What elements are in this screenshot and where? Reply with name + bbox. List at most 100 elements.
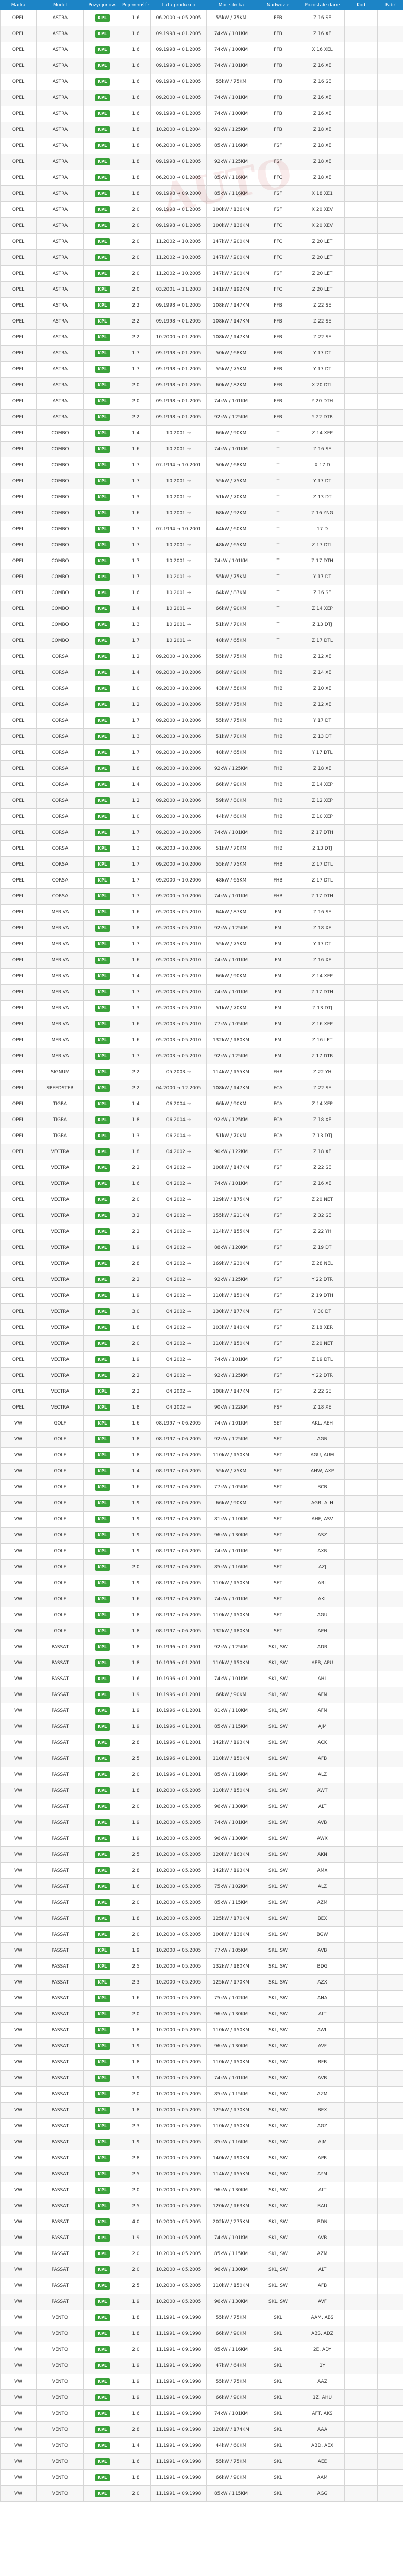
table-row[interactable]: VW PASSAT KPL 1.8 10.2000 → 05.2005 110kW / 1… bbox=[0, 1783, 403, 1799]
table-row[interactable]: VW GOLF KPL 1.6 08.1997 → 06.2005 77kW / 105K… bbox=[0, 1479, 403, 1496]
table-row[interactable]: VW PASSAT KPL 1.9 10.2000 → 05.2005 77kW / 10… bbox=[0, 1942, 403, 1959]
table-row[interactable]: OPEL VECTRA KPL 1.9 04.2002 → 88kW / 120KM FS… bbox=[0, 1240, 403, 1256]
table-row[interactable]: OPEL VECTRA KPL 2.2 04.2002 → 108kW / 147KM F… bbox=[0, 1160, 403, 1176]
table-row[interactable]: OPEL ASTRA KPL 2.0 09.1998 → 01.2005 74kW / 1… bbox=[0, 393, 403, 410]
table-row[interactable]: OPEL ASTRA KPL 1.7 09.1998 → 01.2005 55kW / 7… bbox=[0, 361, 403, 378]
table-row[interactable]: OPEL ASTRA KPL 1.6 09.1998 → 01.2005 74kW / 1… bbox=[0, 58, 403, 74]
table-row[interactable]: OPEL VECTRA KPL 1.8 04.2002 → 90kW / 122KM FS… bbox=[0, 1399, 403, 1416]
table-row[interactable]: OPEL MERIVA KPL 1.8 05.2003 → 05.2010 92kW / … bbox=[0, 920, 403, 937]
table-row[interactable]: OPEL ASTRA KPL 2.2 10.2000 → 01.2005 108kW / … bbox=[0, 329, 403, 346]
table-row[interactable]: VW PASSAT KPL 2.0 10.2000 → 05.2005 96kW / 13… bbox=[0, 2262, 403, 2278]
table-row[interactable]: VW VENTO KPL 1.9 11.1991 → 09.1998 55kW / 75K… bbox=[0, 2374, 403, 2390]
table-row[interactable]: VW PASSAT KPL 1.9 10.1996 → 01.2001 85kW / 11… bbox=[0, 1719, 403, 1735]
table-row[interactable]: VW PASSAT KPL 2.0 10.2000 → 05.2005 100kW / 1… bbox=[0, 1926, 403, 1943]
table-row[interactable]: VW PASSAT KPL 1.6 10.2000 → 05.2005 75kW / 10… bbox=[0, 1878, 403, 1895]
table-row[interactable]: OPEL MERIVA KPL 1.7 05.2003 → 05.2010 92kW / … bbox=[0, 1048, 403, 1064]
table-row[interactable]: VW GOLF KPL 2.0 08.1997 → 06.2005 85kW / 116K… bbox=[0, 1559, 403, 1575]
table-row[interactable]: OPEL COMBO KPL 1.7 07.1994 → 10.2001 50kW / 6… bbox=[0, 457, 403, 473]
table-row[interactable]: OPEL CORSA KPL 1.7 09.2000 → 10.2006 48kW / 6… bbox=[0, 744, 403, 761]
table-row[interactable]: VW GOLF KPL 1.6 08.1997 → 06.2005 74kW / 101K… bbox=[0, 1415, 403, 1432]
table-row[interactable]: VW PASSAT KPL 1.9 10.1996 → 01.2001 66kW / 90… bbox=[0, 1687, 403, 1703]
table-row[interactable]: OPEL TIGRA KPL 1.4 06.2004 → 66kW / 90KM FCA Z… bbox=[0, 1096, 403, 1112]
table-row[interactable]: OPEL CORSA KPL 1.3 06.2003 → 10.2006 51kW / 7… bbox=[0, 840, 403, 857]
table-row[interactable]: VW PASSAT KPL 1.9 10.2000 → 05.2005 96kW / 13… bbox=[0, 2294, 403, 2310]
table-row[interactable]: OPEL COMBO KPL 1.6 10.2001 → 64kW / 87KM T Z 1… bbox=[0, 585, 403, 601]
table-row[interactable]: VW VENTO KPL 1.9 11.1991 → 09.1998 66kW / 90K… bbox=[0, 2389, 403, 2406]
table-row[interactable]: OPEL VECTRA KPL 2.2 04.2002 → 92kW / 125KM FS… bbox=[0, 1272, 403, 1288]
table-row[interactable]: OPEL MERIVA KPL 1.6 05.2003 → 05.2010 77kW / … bbox=[0, 1016, 403, 1032]
table-row[interactable]: OPEL VECTRA KPL 2.8 04.2002 → 169kW / 230KM F… bbox=[0, 1256, 403, 1272]
table-row[interactable]: OPEL ASTRA KPL 2.0 09.1998 → 01.2005 100kW / … bbox=[0, 217, 403, 234]
table-row[interactable]: OPEL VECTRA KPL 1.9 04.2002 → 110kW / 150KM F… bbox=[0, 1287, 403, 1304]
table-row[interactable]: OPEL COMBO KPL 1.7 10.2001 → 55kW / 75KM T Y 1… bbox=[0, 473, 403, 489]
table-row[interactable]: OPEL COMBO KPL 1.6 10.2001 → 68kW / 92KM T Z 1… bbox=[0, 505, 403, 521]
table-row[interactable]: OPEL MERIVA KPL 1.7 05.2003 → 05.2010 74kW / … bbox=[0, 984, 403, 1001]
table-row[interactable]: VW PASSAT KPL 1.8 10.2000 → 05.2005 110kW / 1… bbox=[0, 2054, 403, 2071]
table-row[interactable]: OPEL COMBO KPL 1.7 07.1994 → 10.2001 44kW / 6… bbox=[0, 521, 403, 537]
table-row[interactable]: VW PASSAT KPL 1.6 10.2000 → 05.2005 75kW / 10… bbox=[0, 1990, 403, 2007]
table-row[interactable]: OPEL MERIVA KPL 1.6 05.2003 → 05.2010 74kW / … bbox=[0, 952, 403, 969]
table-row[interactable]: VW PASSAT KPL 2.8 10.2000 → 05.2005 142kW / 1… bbox=[0, 1862, 403, 1879]
table-row[interactable]: VW GOLF KPL 1.9 08.1997 → 06.2005 66kW / 90KM… bbox=[0, 1495, 403, 1512]
table-row[interactable]: VW PASSAT KPL 1.6 10.1996 → 01.2001 74kW / 10… bbox=[0, 1671, 403, 1687]
table-row[interactable]: OPEL MERIVA KPL 1.7 05.2003 → 05.2010 55kW / … bbox=[0, 936, 403, 953]
table-row[interactable]: VW PASSAT KPL 2.5 10.2000 → 05.2005 110kW / 1… bbox=[0, 2278, 403, 2294]
table-row[interactable]: VW GOLF KPL 1.8 08.1997 → 06.2005 132kW / 180… bbox=[0, 1623, 403, 1639]
table-row[interactable]: VW PASSAT KPL 1.8 10.2000 → 05.2005 110kW / 1… bbox=[0, 2022, 403, 2039]
table-row[interactable]: OPEL ASTRA KPL 1.6 06.2000 → 05.2005 55kW / 7… bbox=[0, 10, 403, 26]
table-row[interactable]: VW PASSAT KPL 2.0 10.1996 → 01.2001 85kW / 11… bbox=[0, 1767, 403, 1783]
table-row[interactable]: OPEL COMBO KPL 1.7 10.2001 → 55kW / 75KM T Y 1… bbox=[0, 569, 403, 585]
table-row[interactable]: OPEL COMBO KPL 1.7 10.2001 → 74kW / 101KM T Z … bbox=[0, 553, 403, 569]
table-row[interactable]: VW GOLF KPL 1.9 08.1997 → 06.2005 110kW / 150… bbox=[0, 1575, 403, 1591]
table-row[interactable]: VW VENTO KPL 1.8 11.1991 → 09.1998 55kW / 75K… bbox=[0, 2310, 403, 2326]
table-row[interactable]: OPEL COMBO KPL 1.7 10.2001 → 48kW / 65KM T Z 1… bbox=[0, 537, 403, 553]
table-row[interactable]: OPEL VECTRA KPL 2.2 04.2002 → 108kW / 147KM F… bbox=[0, 1383, 403, 1400]
table-row[interactable]: OPEL VECTRA KPL 2.2 04.2002 → 114kW / 155KM F… bbox=[0, 1224, 403, 1240]
table-row[interactable]: VW GOLF KPL 1.9 08.1997 → 06.2005 81kW / 110K… bbox=[0, 1511, 403, 1528]
table-row[interactable]: OPEL VECTRA KPL 2.0 04.2002 → 110kW / 150KM F… bbox=[0, 1335, 403, 1352]
table-row[interactable]: VW PASSAT KPL 2.5 10.1996 → 01.2001 110kW / 1… bbox=[0, 1751, 403, 1767]
table-row[interactable]: OPEL MERIVA KPL 1.3 05.2003 → 05.2010 51kW / … bbox=[0, 1000, 403, 1016]
table-row[interactable]: OPEL CORSA KPL 1.2 09.2000 → 10.2006 59kW / 8… bbox=[0, 792, 403, 809]
table-row[interactable]: OPEL CORSA KPL 1.8 09.2000 → 10.2006 92kW / 1… bbox=[0, 760, 403, 777]
table-row[interactable]: VW PASSAT KPL 2.0 10.2000 → 05.2005 96kW / 13… bbox=[0, 1799, 403, 1815]
table-row[interactable]: VW PASSAT KPL 1.9 10.2000 → 05.2005 74kW / 10… bbox=[0, 1815, 403, 1831]
table-row[interactable]: VW PASSAT KPL 2.5 10.2000 → 05.2005 132kW / 1… bbox=[0, 1958, 403, 1975]
table-row[interactable]: VW PASSAT KPL 2.5 10.2000 → 05.2005 120kW / 1… bbox=[0, 1846, 403, 1863]
table-row[interactable]: OPEL COMBO KPL 1.4 10.2001 → 66kW / 90KM T Z 1… bbox=[0, 425, 403, 442]
table-row[interactable]: OPEL CORSA KPL 1.3 06.2003 → 10.2006 51kW / 7… bbox=[0, 728, 403, 745]
table-row[interactable]: OPEL ASTRA KPL 1.6 09.1998 → 01.2005 74kW / 1… bbox=[0, 106, 403, 122]
table-row[interactable]: VW VENTO KPL 1.4 11.1991 → 09.1998 44kW / 60K… bbox=[0, 2437, 403, 2454]
table-row[interactable]: OPEL CORSA KPL 1.4 09.2000 → 10.2006 66kW / 9… bbox=[0, 776, 403, 793]
table-row[interactable]: OPEL ASTRA KPL 2.0 11.2002 → 10.2005 147kW / … bbox=[0, 265, 403, 282]
table-row[interactable]: VW VENTO KPL 1.8 11.1991 → 09.1998 66kW / 90K… bbox=[0, 2469, 403, 2486]
table-row[interactable]: OPEL MERIVA KPL 1.6 05.2003 → 05.2010 64kW / … bbox=[0, 904, 403, 921]
table-row[interactable]: OPEL CORSA KPL 1.0 09.2000 → 10.2006 43kW / 5… bbox=[0, 681, 403, 697]
table-row[interactable]: OPEL VECTRA KPL 1.6 04.2002 → 74kW / 101KM FS… bbox=[0, 1176, 403, 1192]
table-row[interactable]: VW GOLF KPL 1.6 08.1997 → 06.2005 74kW / 101K… bbox=[0, 1591, 403, 1607]
table-row[interactable]: VW PASSAT KPL 2.3 10.2000 → 05.2005 110kW / 1… bbox=[0, 2118, 403, 2134]
table-row[interactable]: OPEL CORSA KPL 1.7 09.2000 → 10.2006 55kW / 7… bbox=[0, 856, 403, 873]
table-row[interactable]: VW PASSAT KPL 2.3 10.2000 → 05.2005 125kW / 1… bbox=[0, 1974, 403, 1991]
table-row[interactable]: OPEL ASTRA KPL 1.7 09.1998 → 01.2005 50kW / 6… bbox=[0, 345, 403, 362]
table-row[interactable]: OPEL VECTRA KPL 1.8 04.2002 → 103kW / 140KM F… bbox=[0, 1319, 403, 1336]
table-row[interactable]: OPEL ASTRA KPL 2.0 03.2001 → 11.2003 141kW / … bbox=[0, 281, 403, 298]
table-row[interactable]: VW PASSAT KPL 1.9 10.2000 → 05.2005 74kW / 10… bbox=[0, 2070, 403, 2087]
table-row[interactable]: OPEL ASTRA KPL 2.2 09.1998 → 01.2005 108kW / … bbox=[0, 313, 403, 330]
table-row[interactable]: OPEL CORSA KPL 1.4 09.2000 → 10.2006 66kW / 9… bbox=[0, 665, 403, 681]
table-row[interactable]: VW GOLF KPL 1.8 08.1997 → 06.2005 110kW / 150… bbox=[0, 1447, 403, 1464]
table-row[interactable]: OPEL VECTRA KPL 1.8 04.2002 → 90kW / 122KM FS… bbox=[0, 1144, 403, 1160]
table-row[interactable]: VW PASSAT KPL 2.0 10.2000 → 05.2005 96kW / 13… bbox=[0, 2182, 403, 2198]
table-row[interactable]: OPEL SIGNUM KPL 2.2 05.2003 → 114kW / 155KM F… bbox=[0, 1064, 403, 1080]
table-row[interactable]: VW PASSAT KPL 1.8 10.2000 → 05.2005 125kW / 1… bbox=[0, 2102, 403, 2119]
table-row[interactable]: OPEL ASTRA KPL 1.8 10.2000 → 01.2004 92kW / 1… bbox=[0, 122, 403, 138]
table-row[interactable]: VW PASSAT KPL 1.9 10.2000 → 05.2005 96kW / 13… bbox=[0, 1831, 403, 1847]
table-row[interactable]: OPEL ASTRA KPL 2.0 11.2002 → 10.2005 147kW / … bbox=[0, 233, 403, 250]
table-row[interactable]: OPEL ASTRA KPL 1.8 06.2000 → 01.2005 85kW / 1… bbox=[0, 138, 403, 154]
table-row[interactable]: OPEL CORSA KPL 1.2 09.2000 → 10.2006 55kW / 7… bbox=[0, 649, 403, 665]
table-row[interactable]: VW PASSAT KPL 2.8 10.1996 → 01.2001 142kW / 1… bbox=[0, 1735, 403, 1751]
table-row[interactable]: VW GOLF KPL 1.4 08.1997 → 06.2005 55kW / 75KM… bbox=[0, 1463, 403, 1480]
table-row[interactable]: OPEL ASTRA KPL 2.0 09.1998 → 01.2005 60kW / 8… bbox=[0, 377, 403, 394]
table-row[interactable]: OPEL TIGRA KPL 1.3 06.2004 → 51kW / 70KM FCA Z… bbox=[0, 1128, 403, 1144]
table-row[interactable]: VW VENTO KPL 2.8 11.1991 → 09.1998 128kW / 17… bbox=[0, 2421, 403, 2438]
